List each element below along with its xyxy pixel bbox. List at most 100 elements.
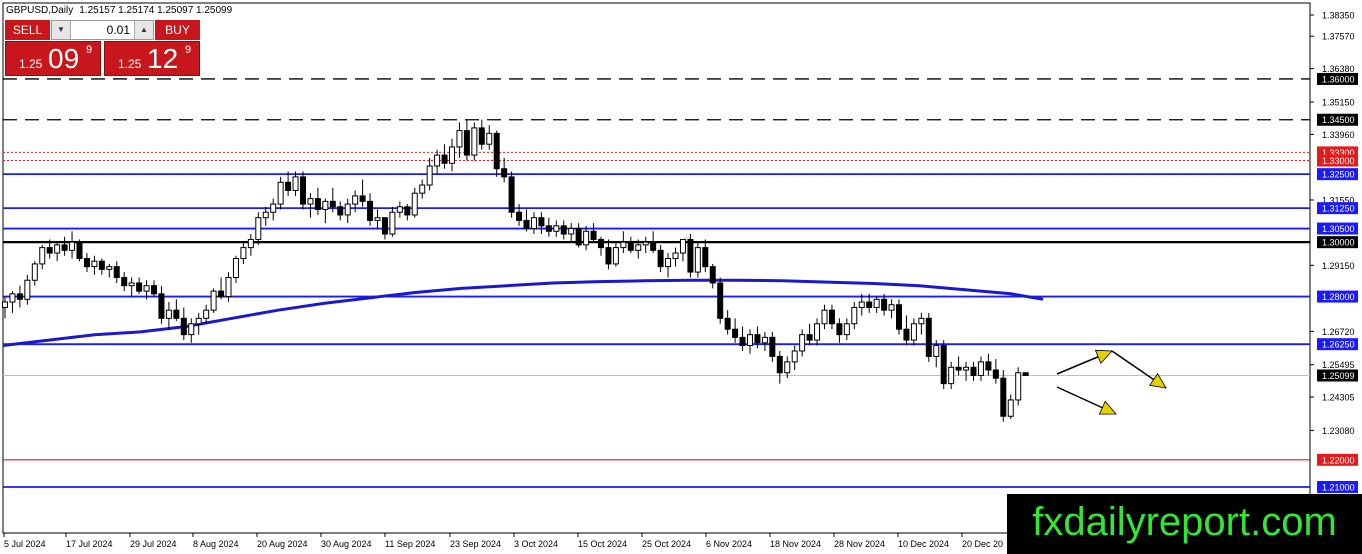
candle <box>300 171 306 210</box>
plot-area <box>2 2 1311 534</box>
candle <box>210 288 217 313</box>
candle-body <box>821 309 828 325</box>
candle-body <box>188 323 195 336</box>
candle-body <box>61 244 68 251</box>
price-tag-label: 1.30500 <box>1322 224 1355 234</box>
y-tick-label: 1.26720 <box>1322 327 1355 337</box>
candle-body <box>925 317 932 357</box>
candle-body <box>39 247 46 265</box>
buy-button[interactable]: BUY <box>155 20 200 40</box>
candle-body <box>761 336 768 344</box>
sell-price-pips: 09 <box>48 43 80 74</box>
sell-price-prefix: 1.25 <box>19 57 43 71</box>
candle-body <box>583 230 590 246</box>
price-tag-label: 1.36000 <box>1322 74 1355 84</box>
symbol-header: GBPUSD,Daily 1.25157 1.25174 1.25097 1.25… <box>6 5 233 16</box>
x-tick-label: 17 Jul 2024 <box>66 539 113 549</box>
x-tick-label: 10 Dec 2024 <box>898 539 949 549</box>
candle-body <box>776 355 783 374</box>
candle-body <box>843 323 850 336</box>
x-tick-label: 30 Aug 2024 <box>321 539 372 549</box>
price-tag-label: 1.22000 <box>1322 455 1355 465</box>
candle <box>694 242 701 278</box>
candle-body <box>881 298 888 311</box>
price-tag-label: 1.34500 <box>1322 115 1355 125</box>
candle-body <box>83 257 90 268</box>
candle-body <box>851 306 858 325</box>
candle <box>1000 370 1007 422</box>
candle-body <box>650 241 657 251</box>
candle-body <box>463 130 470 156</box>
candle-body <box>970 366 977 376</box>
candle-body <box>553 225 560 232</box>
y-tick-label: 1.38350 <box>1322 11 1355 21</box>
candle-body <box>225 277 232 298</box>
price-chart[interactable]: 1.383501.375701.363801.351501.339601.315… <box>0 0 1362 554</box>
chevron-up-icon[interactable]: ▲ <box>134 21 153 39</box>
candle-body <box>359 195 366 202</box>
buy-price-pips: 12 <box>147 43 179 74</box>
candle <box>925 312 932 362</box>
candle-body <box>709 266 716 284</box>
sell-button[interactable]: SELL <box>5 20 50 40</box>
candle-body <box>98 260 105 270</box>
sell-price[interactable]: 1.25 09 9 <box>5 41 101 76</box>
candle-body <box>1007 399 1014 417</box>
candle-body <box>240 247 247 259</box>
watermark: fxdailyreport.com <box>1007 494 1362 554</box>
x-tick-label: 28 Nov 2024 <box>834 539 885 549</box>
candle-body <box>2 301 8 308</box>
candle-body <box>724 317 731 330</box>
candle-body <box>143 285 150 292</box>
time-axis: 5 Jul 2024 17 Jul 2024 29 Jul 2024 8 Aug 20… <box>3 533 1003 549</box>
lot-size-input[interactable]: ▼ 0.01 ▲ <box>51 20 154 40</box>
x-tick-label: 11 Sep 2024 <box>385 539 435 549</box>
candle-body <box>136 282 143 292</box>
chevron-down-icon[interactable]: ▼ <box>52 21 71 39</box>
price-tag-label: 1.21000 <box>1322 483 1355 493</box>
candle-body <box>374 217 381 221</box>
y-tick-label: 1.23080 <box>1322 426 1355 436</box>
price-tag-label: 1.33000 <box>1322 156 1355 166</box>
candle-body <box>560 225 567 235</box>
candle-body <box>501 168 508 178</box>
candle-body <box>523 219 530 230</box>
candle-body <box>471 127 478 156</box>
price-tag-label: 1.26250 <box>1322 340 1355 350</box>
price-tag-label: 1.25099 <box>1322 371 1355 381</box>
candle-body <box>888 304 895 311</box>
candle-body <box>285 181 292 191</box>
price-tag-label: 1.32500 <box>1322 170 1355 180</box>
candle-body <box>717 282 724 319</box>
candle-body <box>486 132 493 145</box>
candle-body <box>866 301 873 308</box>
candle-body <box>456 130 463 148</box>
y-tick-label: 1.33960 <box>1322 130 1355 140</box>
y-tick-label: 1.29150 <box>1322 261 1355 271</box>
candle-body <box>679 238 686 254</box>
candle-body <box>493 132 500 170</box>
candle-body <box>605 247 612 265</box>
price-tag-label: 1.28000 <box>1322 292 1355 302</box>
y-tick-label: 1.37570 <box>1322 32 1355 42</box>
candle-body <box>329 200 336 208</box>
candle-body <box>255 217 262 240</box>
lot-size-value[interactable]: 0.01 <box>72 21 133 39</box>
candle-body <box>910 323 917 341</box>
candle-body <box>635 244 642 251</box>
candle-body <box>858 301 865 308</box>
buy-price[interactable]: 1.25 12 9 <box>104 41 200 76</box>
candle-body <box>419 184 426 194</box>
candle-body <box>508 176 515 213</box>
candle-body <box>1000 377 1007 417</box>
price-tag-label: 1.31250 <box>1322 204 1355 214</box>
candle-body <box>538 217 545 227</box>
candle-body <box>1022 372 1029 376</box>
x-tick-label: 20 Dec 20 <box>962 539 1003 549</box>
candle-body <box>270 203 277 213</box>
candle-body <box>46 247 53 254</box>
candle-body <box>933 345 940 357</box>
y-tick-label: 1.36380 <box>1322 64 1355 74</box>
candle-body <box>411 192 418 216</box>
candle-body <box>903 328 910 341</box>
